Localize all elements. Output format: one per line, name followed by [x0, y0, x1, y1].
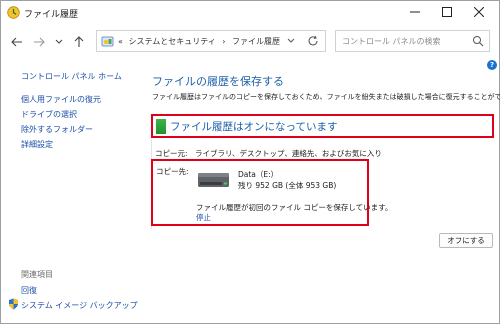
copy-from-label: コピー元:	[155, 149, 188, 158]
refresh-icon[interactable]	[307, 34, 319, 48]
back-arrow-icon	[11, 37, 22, 47]
status-on-icon	[156, 119, 166, 134]
status-banner: ファイル履歴はオンになっています	[151, 114, 494, 138]
drive-free-space: 残り 952 GB (全体 953 GB)	[238, 181, 337, 190]
close-icon	[474, 7, 484, 17]
exclude-folders-link[interactable]: 除外するフォルダー	[21, 124, 93, 135]
copy-from-value: ライブラリ、デスクトップ、連絡先、およびお気に入り	[195, 149, 382, 158]
control-panel-icon	[101, 36, 114, 47]
maximize-icon	[442, 7, 452, 17]
breadcrumb-separator: ›	[222, 37, 226, 46]
breadcrumb-overflow[interactable]: «	[118, 37, 123, 46]
back-button[interactable]	[9, 34, 25, 50]
related-heading: 関連項目	[21, 270, 53, 279]
breadcrumb-file-history[interactable]: ファイル履歴	[232, 37, 280, 46]
up-arrow-icon	[74, 36, 84, 47]
stop-link[interactable]: 停止	[196, 212, 211, 223]
breadcrumb: « システムとセキュリティ › ファイル履歴	[118, 36, 280, 47]
drive-name: Data（E:）	[238, 170, 279, 179]
up-button[interactable]	[71, 34, 87, 50]
navigation-bar: « システムとセキュリティ › ファイル履歴 コントロール パネルの検索	[1, 27, 499, 57]
address-dropdown-icon[interactable]	[287, 35, 295, 45]
control-panel-home-link[interactable]: コントロール パネル ホーム	[21, 71, 122, 82]
forward-button[interactable]	[31, 34, 47, 50]
file-history-app-icon	[7, 6, 20, 19]
help-icon[interactable]: ?	[487, 60, 497, 70]
advanced-settings-link[interactable]: 詳細設定	[21, 139, 53, 150]
system-image-backup-link[interactable]: システム イメージ バックアップ	[21, 300, 138, 311]
address-bar[interactable]: « システムとセキュリティ › ファイル履歴	[96, 30, 326, 52]
window-title: ファイル履歴	[24, 10, 79, 20]
turn-off-button[interactable]: オフにする	[439, 233, 493, 248]
drive-icon	[198, 173, 229, 187]
recovery-link[interactable]: 回復	[21, 285, 37, 296]
minimize-icon	[410, 11, 420, 13]
minimize-button[interactable]	[399, 1, 431, 23]
file-history-window: ファイル履歴 « システムとセキュリティ › ファイル履歴 コントロール パネル…	[0, 0, 500, 324]
close-button[interactable]	[463, 1, 495, 23]
search-box[interactable]: コントロール パネルの検索	[335, 30, 490, 52]
page-description: ファイル履歴はファイルのコピーを保存しておくため、ファイルを紛失または破損した場…	[152, 93, 500, 101]
restore-personal-files-link[interactable]: 個人用ファイルの復元	[21, 94, 101, 105]
page-title: ファイルの履歴を保存する	[152, 75, 284, 88]
select-drive-link[interactable]: ドライブの選択	[21, 109, 77, 120]
copy-to-label: コピー先:	[156, 167, 189, 176]
maximize-button[interactable]	[431, 1, 463, 23]
status-text: ファイル履歴はオンになっています	[170, 121, 338, 133]
chevron-down-icon	[55, 39, 63, 44]
shield-icon	[9, 298, 18, 310]
search-icon	[473, 36, 484, 47]
recent-locations-button[interactable]	[51, 34, 67, 50]
search-input[interactable]: コントロール パネルの検索	[342, 36, 441, 47]
copy-status-text: ファイル履歴が初回のファイル コピーを保存しています。	[196, 203, 393, 212]
title-bar: ファイル履歴	[1, 1, 499, 25]
breadcrumb-system-security[interactable]: システムとセキュリティ	[128, 37, 215, 46]
forward-arrow-icon	[34, 37, 45, 47]
